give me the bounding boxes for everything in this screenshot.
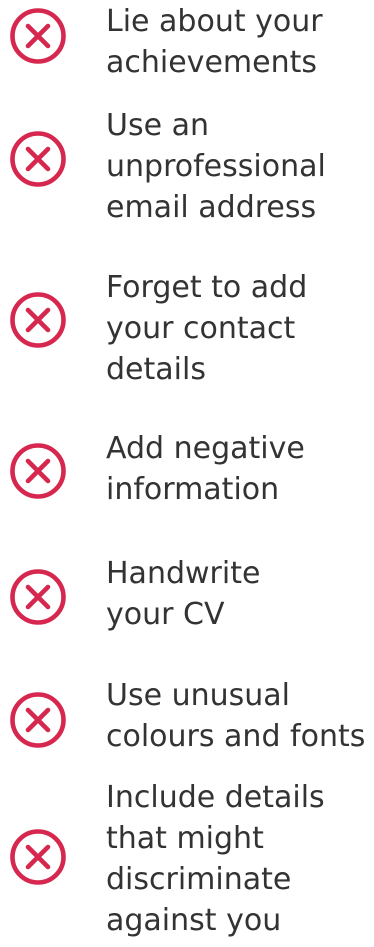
item-text: Handwrite your CV bbox=[106, 553, 374, 635]
item-text-line: Use an bbox=[106, 108, 209, 143]
item-text: Add negative information bbox=[106, 428, 374, 510]
item-text-line: that might bbox=[106, 821, 264, 856]
item-text-line: achievements bbox=[106, 45, 317, 80]
cross-circle-icon bbox=[7, 128, 69, 190]
item-text-line: your CV bbox=[106, 597, 225, 632]
item-text-line: your contact bbox=[106, 311, 296, 346]
item-text-line: against you bbox=[106, 903, 282, 938]
cross-circle-icon bbox=[7, 289, 69, 351]
cross-circle-icon bbox=[7, 440, 69, 502]
item-text-line: Forget to add bbox=[106, 270, 308, 305]
item-text-line: Add negative bbox=[106, 431, 305, 466]
item-text: Use unusual colours and fonts bbox=[106, 675, 374, 757]
cross-circle-icon bbox=[7, 689, 69, 751]
item-text-line: details bbox=[106, 352, 206, 387]
item-text: Forget to add your contact details bbox=[106, 267, 374, 390]
item-text-line: unprofessional bbox=[106, 149, 326, 184]
item-text: Use an unprofessional email address bbox=[106, 105, 374, 228]
item-text-line: Handwrite bbox=[106, 556, 261, 591]
item-text-line: Lie about your bbox=[106, 4, 323, 39]
item-text-line: colours and fonts bbox=[106, 719, 366, 754]
item-text-line: Use unusual bbox=[106, 678, 290, 713]
item-text-line: email address bbox=[106, 190, 317, 225]
cross-circle-icon bbox=[7, 826, 69, 888]
item-text-line: discriminate bbox=[106, 862, 292, 897]
cross-circle-icon bbox=[7, 566, 69, 628]
item-text-line: Include details bbox=[106, 780, 325, 815]
item-text: Include details that might discriminate … bbox=[106, 777, 374, 941]
cv-donts-list: Lie about your achievements Use an unpro… bbox=[0, 0, 374, 947]
cross-circle-icon bbox=[7, 5, 69, 67]
item-text-line: information bbox=[106, 472, 280, 507]
item-text: Lie about your achievements bbox=[106, 1, 374, 83]
